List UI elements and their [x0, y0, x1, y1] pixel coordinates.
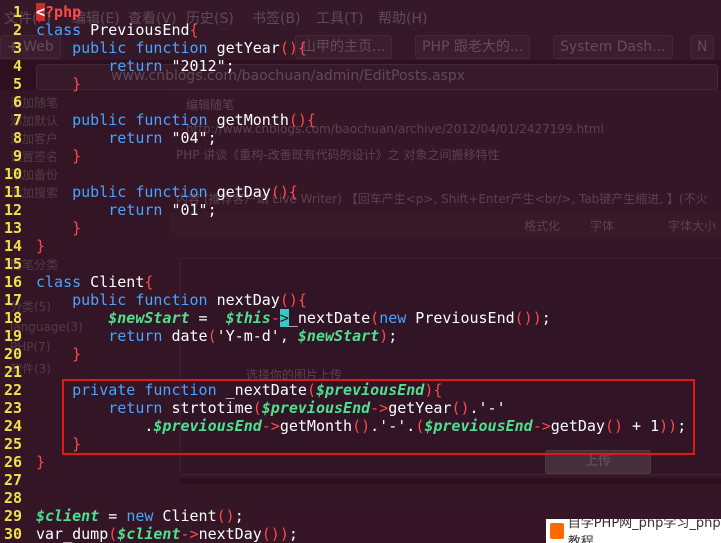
- line-number: 25: [3, 435, 22, 453]
- code-line: 2 class PreviousEnd{: [0, 21, 199, 39]
- line-number: 9: [12, 147, 22, 165]
- menu-help[interactable]: 帮助(H): [378, 8, 427, 28]
- line-number: 14: [3, 237, 22, 255]
- line-number: 30: [3, 525, 22, 543]
- code-line: 25 }: [0, 435, 81, 453]
- format-select[interactable]: 格式化: [524, 217, 560, 234]
- code-line: 23 return strtotime($previousEnd->getYea…: [0, 399, 506, 417]
- line-number: 20: [3, 345, 22, 363]
- watermark-text: 自学PHP网_php学习_php教程: [567, 519, 721, 543]
- code-text: }: [72, 75, 82, 93]
- code-line: 26}: [0, 453, 45, 471]
- code-text: }: [72, 147, 82, 165]
- line-number: 7: [12, 111, 22, 129]
- code-text: }: [72, 219, 82, 237]
- line-number: 3: [12, 39, 22, 57]
- font-select[interactable]: 字体: [590, 217, 614, 234]
- line-number: 10: [3, 165, 22, 183]
- code-text: }: [72, 345, 82, 363]
- code-line: 19 return date('Y-m-d', $newStart);: [0, 327, 397, 345]
- logo-icon: [550, 523, 564, 539]
- line-number: 2: [12, 21, 22, 39]
- line-number: 17: [3, 291, 22, 309]
- code-line: 5 }: [0, 75, 81, 93]
- code-text: public function getMonth(){: [72, 111, 316, 129]
- line-number: 4: [12, 57, 22, 75]
- code-text: class Client{: [36, 273, 154, 291]
- code-line: 18 $newStart = $this->_nextDate(new Prev…: [0, 309, 551, 327]
- code-line: 29 $client = new Client();: [0, 507, 244, 525]
- line-number: 13: [3, 219, 22, 237]
- code-line: 1 <?php: [0, 3, 81, 21]
- code-line: 3 public function getYear(){: [0, 39, 307, 57]
- code-line: 12 return "01";: [0, 201, 217, 219]
- tab-system-dash[interactable]: System Dash...: [553, 35, 673, 59]
- line-number: 5: [12, 75, 22, 93]
- code-text: <?php: [36, 3, 82, 21]
- code-line: 15: [0, 255, 22, 273]
- code-line: 13 }: [0, 219, 81, 237]
- code-text: $client = new Client();: [36, 507, 244, 525]
- code-text: public function getDay(){: [72, 183, 298, 201]
- code-text: }: [36, 237, 46, 255]
- post-title[interactable]: PHP 讲谈《重构-改善既有代码的设计》之 对象之间搬移特性: [176, 146, 499, 163]
- highlight-box: [62, 379, 695, 455]
- code-line: 7 public function getMonth(){: [0, 111, 316, 129]
- code-text: public function nextDay(){: [72, 291, 307, 309]
- editor-toolbar: 格式化 字体 字体大小: [170, 212, 721, 238]
- code-text: var_dump($client->nextDay());: [36, 525, 298, 543]
- line-number: 26: [3, 453, 22, 471]
- code-line: 30 var_dump($client->nextDay());: [0, 525, 298, 543]
- watermark[interactable]: 自学PHP网_php学习_php教程: [546, 519, 721, 543]
- line-number: 23: [3, 399, 22, 417]
- tab-n[interactable]: N: [690, 35, 715, 59]
- menu-bookmarks[interactable]: 书签(B): [252, 8, 301, 28]
- code-line: 21: [0, 363, 22, 381]
- line-number: 27: [3, 471, 22, 489]
- code-text: }: [36, 453, 46, 471]
- line-number: 22: [3, 381, 22, 399]
- code-line: 10: [0, 165, 22, 183]
- line-number: 11: [3, 183, 22, 201]
- background-browser-window: 文件(F) 编辑(E) 查看(V) 历史(S) 书签(B) 工具(T) 帮助(H…: [0, 0, 721, 543]
- code-line: 17 public function nextDay(){: [0, 291, 307, 309]
- line-number: 1: [12, 3, 22, 21]
- code-text: return "04";: [108, 129, 217, 147]
- line-number: 6: [12, 93, 22, 111]
- code-text: return "2012";: [108, 57, 235, 75]
- code-line: 8 return "04";: [0, 129, 217, 147]
- line-number: 8: [12, 129, 22, 147]
- line-number: 19: [3, 327, 22, 345]
- tab-homepage[interactable]: 山甲的主页...: [295, 35, 393, 59]
- code-line: 24 .$previousEnd->getMonth().'-'.($previ…: [0, 417, 686, 435]
- code-text: public function getYear(){: [72, 39, 307, 57]
- code-text: return date('Y-m-d', $newStart);: [108, 327, 398, 345]
- font-size-select[interactable]: 字体大小: [668, 217, 716, 234]
- tab-php[interactable]: PHP 跟老大的...: [415, 35, 531, 59]
- line-number: 16: [3, 273, 22, 291]
- code-line: 27: [0, 471, 22, 489]
- divider: [180, 478, 721, 484]
- code-line: 6: [0, 93, 22, 111]
- code-text: return "01";: [108, 201, 217, 219]
- line-number: 29: [3, 507, 22, 525]
- code-line: 4 return "2012";: [0, 57, 235, 75]
- line-number: 28: [3, 489, 22, 507]
- line-number: 12: [3, 201, 22, 219]
- menu-tools[interactable]: 工具(T): [316, 8, 363, 28]
- code-line: 22 private function _nextDate($previousE…: [0, 381, 442, 399]
- code-line: 28: [0, 489, 22, 507]
- code-line: 20 }: [0, 345, 81, 363]
- line-number: 15: [3, 255, 22, 273]
- code-text: $newStart = $this->_nextDate(new Previou…: [108, 309, 551, 327]
- code-line: 11 public function getDay(){: [0, 183, 298, 201]
- code-line: 16 class Client{: [0, 273, 153, 291]
- line-number: 24: [3, 417, 22, 435]
- line-number: 21: [3, 363, 22, 381]
- line-number: 18: [3, 309, 22, 327]
- code-line: 9 }: [0, 147, 81, 165]
- code-text: class PreviousEnd{: [36, 21, 199, 39]
- code-line: 14}: [0, 237, 45, 255]
